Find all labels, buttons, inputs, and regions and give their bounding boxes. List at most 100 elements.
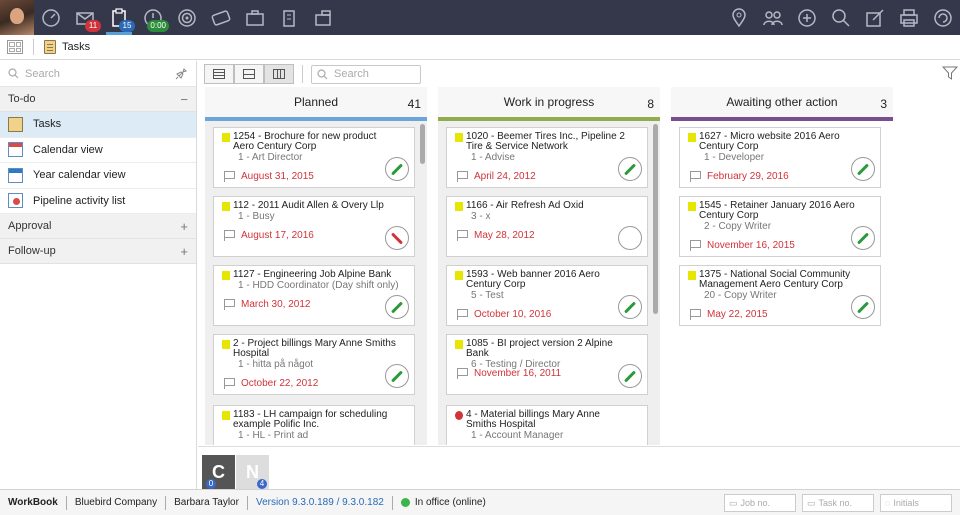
column-title: Awaiting other action <box>726 95 838 109</box>
sidebar-search-placeholder[interactable]: Search <box>25 68 174 80</box>
column-scrollbar[interactable] <box>653 124 658 314</box>
initials-field[interactable]: ◌ Initials <box>880 494 952 512</box>
tasks-clipboard-icon[interactable]: 15 <box>102 0 136 35</box>
search-icon[interactable] <box>824 0 858 35</box>
task-card[interactable]: 1593 - Web banner 2016 Aero Century Corp… <box>446 265 648 326</box>
flag-icon <box>690 171 701 182</box>
note-icon <box>222 133 230 142</box>
briefcase-icon[interactable] <box>238 0 272 35</box>
progress-gauge-icon <box>618 364 642 388</box>
task-card[interactable]: 2 - Project billings Mary Anne Smiths Ho… <box>213 334 415 395</box>
sidebar-item-year-calendar-view[interactable]: Year calendar view <box>0 163 196 189</box>
filter-icon[interactable] <box>942 66 958 80</box>
card-subtitle: 1 - HL - Print ad <box>238 430 309 441</box>
task-card[interactable]: 1627 - Micro website 2016 Aero Century C… <box>679 127 881 188</box>
card-date: October 22, 2012 <box>224 378 318 389</box>
sidebar-search[interactable]: Search <box>0 61 196 87</box>
card-subtitle: 1 - Busy <box>238 211 275 222</box>
progress-gauge-icon <box>385 295 409 319</box>
section-todo[interactable]: To-do − <box>0 87 196 112</box>
progress-gauge-icon <box>851 295 875 319</box>
company-name[interactable]: Bluebird Company <box>75 497 157 508</box>
job-number-field[interactable]: ▭ Job no. <box>724 494 796 512</box>
expand-toggle[interactable]: + <box>180 219 188 234</box>
section-todo-label: To-do <box>8 93 36 105</box>
speedometer-icon[interactable] <box>34 0 68 35</box>
column-header: Planned 41 <box>205 87 427 121</box>
location-pin-icon[interactable] <box>722 0 756 35</box>
printer-icon[interactable] <box>892 0 926 35</box>
note-icon <box>222 271 230 280</box>
pin-icon[interactable] <box>174 67 188 81</box>
card-date-text: November 16, 2015 <box>707 240 795 251</box>
progress-gauge-icon <box>618 157 642 181</box>
main-toolbar: Search <box>198 61 960 87</box>
section-approval[interactable]: Approval + <box>0 214 196 239</box>
task-card[interactable]: 1545 - Retainer January 2016 Aero Centur… <box>679 196 881 257</box>
task-card[interactable]: 1375 - National Social Community Managem… <box>679 265 881 326</box>
card-title: 1593 - Web banner 2016 Aero Century Corp <box>466 269 600 290</box>
progress-gauge-icon <box>851 157 875 181</box>
building-icon[interactable] <box>306 0 340 35</box>
refresh-icon[interactable] <box>926 0 960 35</box>
user-avatar[interactable] <box>0 0 34 35</box>
column-header: Work in progress 8 <box>438 87 660 121</box>
app-grid-icon[interactable] <box>7 40 23 54</box>
task-card[interactable]: 1166 - Air Refresh Ad Oxid 3 - x May 28,… <box>446 196 648 257</box>
flag-icon <box>457 368 468 379</box>
task-card[interactable]: 1020 - Beemer Tires Inc., Pipeline 2 Tir… <box>446 127 648 188</box>
column-count: 8 <box>647 97 654 111</box>
search-icon <box>8 68 19 79</box>
card-date-text: April 24, 2012 <box>474 171 536 182</box>
section-follow-up[interactable]: Follow-up + <box>0 239 196 264</box>
sidebar-item-label: Calendar view <box>33 143 103 156</box>
timer-icon[interactable]: 0:00 <box>136 0 170 35</box>
organization-icon[interactable] <box>272 0 306 35</box>
list-view-button[interactable] <box>204 64 234 84</box>
add-time-icon[interactable] <box>790 0 824 35</box>
task-card[interactable]: 1183 - LH campaign for scheduling exampl… <box>213 405 415 445</box>
task-card[interactable]: 1127 - Engineering Job Alpine Bank 1 - H… <box>213 265 415 326</box>
compact-view-button[interactable] <box>234 64 264 84</box>
task-card[interactable]: 1085 - BI project version 2 Alpine Bank … <box>446 334 648 395</box>
task-card[interactable]: 4 - Material billings Mary Anne Smiths H… <box>446 405 648 445</box>
money-icon[interactable] <box>204 0 238 35</box>
sidebar-item-calendar-view[interactable]: Calendar view <box>0 138 196 163</box>
clipboard-pod[interactable]: C 0 <box>202 455 235 490</box>
target-icon[interactable] <box>170 0 204 35</box>
card-title: 112 - 2011 Audit Allen & Overy Llp <box>233 200 384 211</box>
timer-badge: 0:00 <box>147 20 169 32</box>
card-date-text: February 29, 2016 <box>707 171 789 182</box>
expand-toggle[interactable]: + <box>180 244 188 259</box>
progress-gauge-icon <box>618 295 642 319</box>
mail-icon[interactable]: 11 <box>68 0 102 35</box>
column-body: 1020 - Beemer Tires Inc., Pipeline 2 Tir… <box>438 121 660 445</box>
note-icon <box>688 133 696 142</box>
team-icon[interactable] <box>756 0 790 35</box>
notes-pod[interactable]: N 4 <box>236 455 269 490</box>
card-date-text: May 22, 2015 <box>707 309 768 320</box>
version-info[interactable]: Version 9.3.0.189 / 9.3.0.182 <box>256 497 384 508</box>
flag-icon <box>690 240 701 251</box>
note-icon <box>455 340 463 349</box>
sidebar-item-pipeline-activity-list[interactable]: Pipeline activity list <box>0 189 196 214</box>
board-search-input[interactable]: Search <box>311 64 421 84</box>
board-view-button[interactable] <box>264 64 294 84</box>
sidebar-item-tasks[interactable]: Tasks <box>0 112 196 138</box>
card-date: February 29, 2016 <box>690 171 789 182</box>
task-card[interactable]: 112 - 2011 Audit Allen & Overy Llp 1 - B… <box>213 196 415 257</box>
task-number-placeholder: Task no. <box>818 498 853 508</box>
collapse-toggle[interactable]: − <box>180 92 188 107</box>
edit-icon[interactable] <box>858 0 892 35</box>
card-title: 1020 - Beemer Tires Inc., Pipeline 2 Tir… <box>466 131 625 152</box>
task-number-field[interactable]: ▭ Task no. <box>802 494 874 512</box>
user-name[interactable]: Barbara Taylor <box>174 497 239 508</box>
task-card[interactable]: 1254 - Brochure for new product Aero Cen… <box>213 127 415 188</box>
flag-icon <box>457 230 468 241</box>
card-title: 1254 - Brochure for new product Aero Cen… <box>233 131 377 152</box>
column-work-in-progress: Work in progress 8 1020 - Beemer Tires I… <box>438 87 660 445</box>
card-date: October 10, 2016 <box>457 309 551 320</box>
presence-status[interactable]: In office (online) <box>415 497 486 508</box>
progress-gauge-icon <box>385 364 409 388</box>
column-scrollbar[interactable] <box>420 124 425 164</box>
